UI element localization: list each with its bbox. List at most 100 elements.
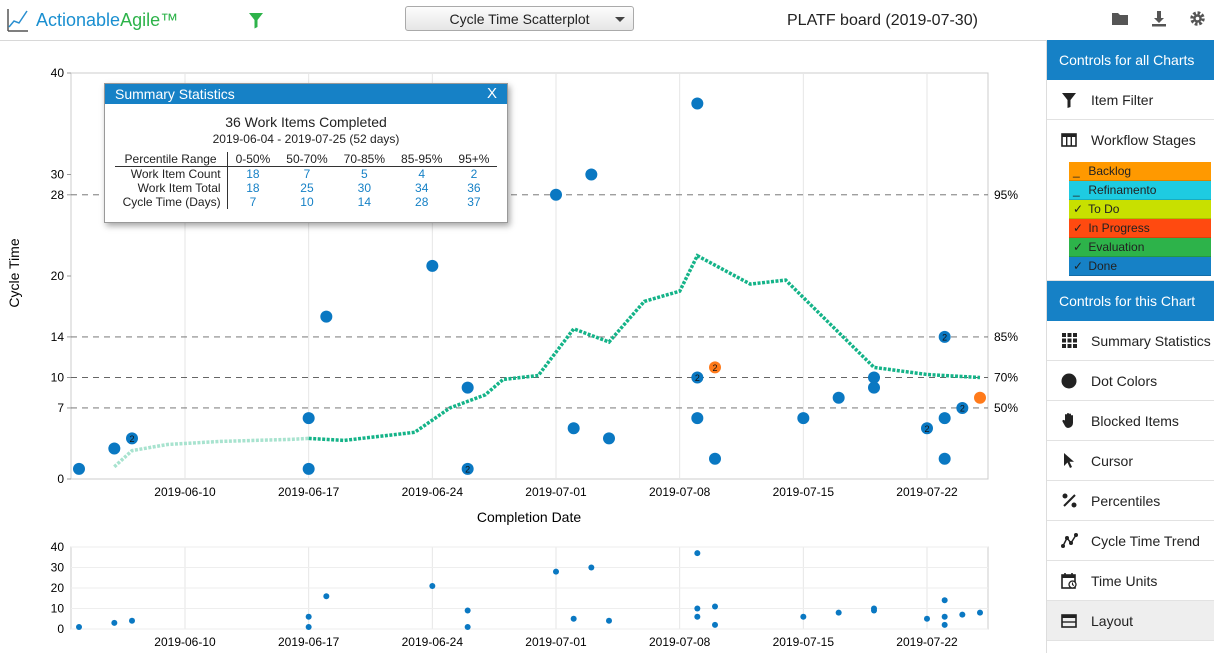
overview-point <box>871 607 877 614</box>
sidebar-item-blocked-items[interactable]: Blocked Items <box>1047 401 1214 441</box>
workflow-stage[interactable]: ✓ In Progress <box>1069 219 1211 238</box>
cursor-icon <box>1047 452 1091 469</box>
controls-all-header[interactable]: Controls for all Charts <box>1047 40 1214 80</box>
overview-point <box>712 621 718 628</box>
close-icon[interactable]: X <box>487 84 497 104</box>
logo-text-part2: Agile™ <box>120 9 179 30</box>
summary-header-title: Summary Statistics <box>115 86 235 102</box>
table-row: Work Item Total 18 25 30 34 36 <box>114 181 498 195</box>
overview-point <box>111 619 118 626</box>
overview-point <box>694 550 701 557</box>
table-row: Cycle Time (Days) 7 10 14 28 37 <box>114 195 498 209</box>
summary-row-label: Work Item Total <box>114 181 228 195</box>
chart-type-select[interactable]: Cycle Time Scatterplot <box>405 6 634 31</box>
y-tick-label: 30 <box>51 168 65 182</box>
summary-header: Summary Statistics X <box>105 84 507 104</box>
data-point <box>320 310 333 323</box>
x-tick-label: 2019-07-01 <box>525 485 587 499</box>
workflow-stage[interactable]: _ Refinamento <box>1069 181 1211 200</box>
sidebar-item-cursor[interactable]: Cursor <box>1047 441 1214 481</box>
overview-point <box>835 609 842 616</box>
summary-cell: 18 <box>246 167 260 181</box>
chevron-down-icon <box>615 17 625 22</box>
overview-point <box>129 617 135 624</box>
percentile-label: 95% <box>994 188 1018 202</box>
overview-point <box>553 568 559 575</box>
funnel-icon[interactable] <box>248 12 264 34</box>
x-tick-label: 2019-07-22 <box>896 485 958 499</box>
percentile-label: 85% <box>994 330 1018 344</box>
overview-point <box>941 613 948 620</box>
sidebar-item-time-units[interactable]: Time Units <box>1047 561 1214 601</box>
summary-row-label: Cycle Time (Days) <box>114 195 228 209</box>
overview-chart[interactable]: 0 10 20 30 40 <box>51 540 989 636</box>
stage-checkbox: ✓ <box>1073 221 1084 235</box>
gear-icon[interactable] <box>1189 10 1206 27</box>
sidebar-item-label: Cycle Time Trend <box>1091 532 1200 549</box>
sidebar-item-cycle-time-trend[interactable]: Cycle Time Trend <box>1047 521 1214 561</box>
sidebar-item-layout[interactable]: Layout <box>1047 601 1214 641</box>
download-icon[interactable] <box>1151 10 1167 27</box>
data-point-count: 2 <box>924 424 929 434</box>
data-point <box>73 462 85 475</box>
summary-col-header: 95+% <box>450 152 498 167</box>
workflow-stage[interactable]: _ Backlog <box>1069 162 1211 181</box>
folder-icon[interactable] <box>1111 10 1129 26</box>
data-point-count: 2 <box>960 403 965 413</box>
sidebar-item-workflow-stages[interactable]: Workflow Stages <box>1047 120 1214 160</box>
overview-y-tick-label: 20 <box>51 581 65 595</box>
summary-cell: 4 <box>418 167 426 181</box>
overview-point <box>694 613 701 620</box>
overview-point <box>588 564 595 571</box>
trend-icon <box>1047 533 1091 548</box>
sidebar-item-label: Cursor <box>1091 452 1134 469</box>
sidebar-item-dot-colors[interactable]: Dot Colors <box>1047 361 1214 401</box>
sidebar-item-label: Summary Statistics <box>1091 332 1211 349</box>
stage-checkbox: ✓ <box>1073 259 1084 273</box>
overview-point <box>694 605 701 612</box>
summary-col-header: 70-85% <box>335 152 394 167</box>
overview-y-tick-label: 0 <box>57 622 64 636</box>
y-tick-label: 0 <box>57 472 64 486</box>
controls-chart-header[interactable]: Controls for this Chart <box>1047 281 1214 321</box>
data-point <box>567 422 580 435</box>
columns-icon <box>1047 133 1091 147</box>
workflow-stage[interactable]: ✓ Evaluation <box>1069 238 1211 257</box>
summary-title: 36 Work Items Completed <box>225 114 387 130</box>
data-point <box>691 97 704 110</box>
workflow-stage-list: _ Backlog _ Refinamento ✓ To Do ✓ In Pro… <box>1047 160 1214 281</box>
summary-cell: 37 <box>467 195 481 209</box>
summary-cell: 5 <box>360 167 368 181</box>
x-tick-label: 2019-07-15 <box>773 635 835 649</box>
sidebar-item-summary-statistics[interactable]: Summary Statistics <box>1047 321 1214 361</box>
data-point <box>832 391 845 404</box>
logo: ActionableAgile™ <box>6 6 178 34</box>
logo-chart-icon <box>7 9 28 32</box>
y-tick-label: 14 <box>51 330 65 344</box>
sidebar-item-item-filter[interactable]: Item Filter <box>1047 80 1214 120</box>
percent-icon <box>1047 493 1091 508</box>
y-axis-label: Cycle Time <box>6 238 22 307</box>
overview-point <box>570 615 577 622</box>
y-tick-label: 20 <box>51 269 65 283</box>
data-point <box>938 412 951 425</box>
sidebar-item-label: Blocked Items <box>1091 412 1179 429</box>
top-bar: ActionableAgile™ Cycle Time Scatterplot … <box>0 0 1214 41</box>
overview-point <box>305 613 312 620</box>
y-tick-label: 10 <box>51 371 65 385</box>
sidebar-item-percentiles[interactable]: Percentiles <box>1047 481 1214 521</box>
x-tick-label: 2019-06-17 <box>278 485 340 499</box>
data-point <box>461 381 474 394</box>
x-tick-label: 2019-07-08 <box>649 485 711 499</box>
data-point-count: 2 <box>465 464 470 474</box>
summary-row-label: Work Item Count <box>114 166 228 181</box>
funnel-icon <box>1047 92 1091 108</box>
overview-point <box>305 623 312 630</box>
workflow-stage[interactable]: ✓ Done <box>1069 257 1211 276</box>
sidebar-item-label: Layout <box>1091 612 1134 629</box>
overview-point <box>606 617 612 624</box>
data-point-count: 2 <box>942 332 947 342</box>
data-point <box>974 391 986 404</box>
workflow-stage[interactable]: ✓ To Do <box>1069 200 1211 219</box>
logo-text: ActionableAgile™ <box>36 10 178 31</box>
